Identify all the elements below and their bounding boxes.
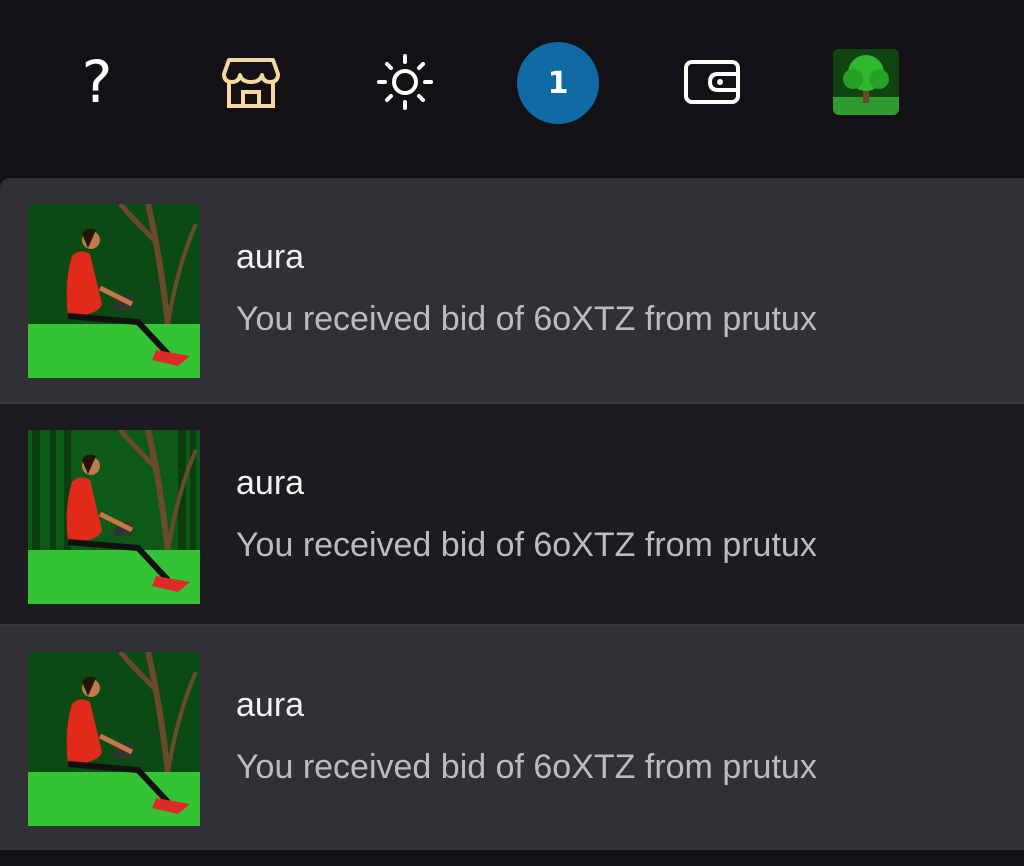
notification-thumbnail	[28, 204, 200, 378]
help-icon: ?	[81, 48, 113, 116]
notification-item[interactable]: aura You received bid of 6oXTZ from prut…	[0, 178, 1024, 402]
top-bar: ? 1	[0, 0, 1024, 178]
sun-icon	[377, 54, 433, 110]
profile-avatar-button[interactable]	[826, 42, 906, 122]
notification-item[interactable]: aura You received bid of 6oXTZ from prut…	[0, 626, 1024, 850]
theme-toggle-button[interactable]	[365, 42, 445, 122]
wallet-icon	[684, 60, 740, 104]
notification-title: aura	[236, 464, 305, 502]
notifications-button[interactable]: 1	[517, 42, 599, 124]
notification-thumbnail	[28, 652, 200, 826]
notification-thumbnail	[28, 430, 200, 604]
help-button[interactable]: ?	[57, 42, 137, 122]
notification-item[interactable]: aura You received bid of 6oXTZ from prut…	[0, 402, 1024, 626]
notification-message: You received bid of 6oXTZ from prutux	[236, 748, 817, 786]
notifications-panel: aura You received bid of 6oXTZ from prut…	[0, 178, 1024, 866]
notification-message: You received bid of 6oXTZ from prutux	[236, 526, 817, 564]
notification-title: aura	[236, 238, 305, 276]
notification-badge: 1	[517, 42, 599, 124]
store-icon	[222, 58, 280, 108]
panel-footer-edge	[0, 850, 1024, 866]
notification-title: aura	[236, 686, 305, 724]
tree-avatar	[833, 49, 899, 115]
wallet-button[interactable]	[672, 42, 752, 122]
notification-message: You received bid of 6oXTZ from prutux	[236, 300, 817, 338]
store-button[interactable]	[211, 42, 291, 122]
